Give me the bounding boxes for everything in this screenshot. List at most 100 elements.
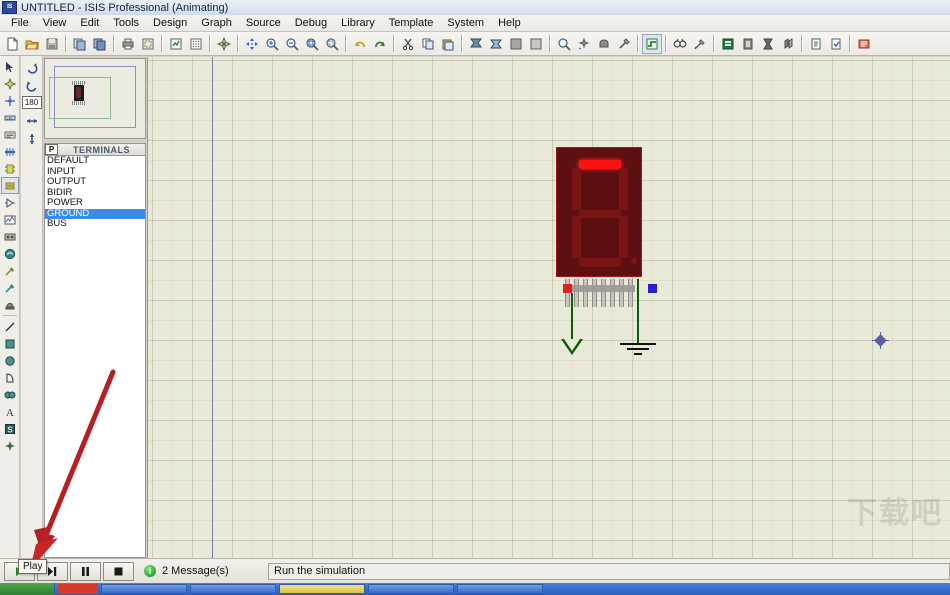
menu-design[interactable]: Design bbox=[146, 16, 194, 30]
list-item[interactable]: BUS bbox=[45, 219, 145, 230]
menu-edit[interactable]: Edit bbox=[73, 16, 106, 30]
zoom-in-icon[interactable] bbox=[262, 34, 282, 54]
selection-mode-icon[interactable] bbox=[1, 58, 19, 75]
menu-file[interactable]: File bbox=[4, 16, 36, 30]
open-file-icon[interactable] bbox=[22, 34, 42, 54]
list-item[interactable]: DEFAULT bbox=[45, 156, 145, 167]
ground-symbol[interactable] bbox=[620, 343, 656, 359]
taskbar-item[interactable] bbox=[279, 584, 365, 594]
current-probe-mode-icon[interactable] bbox=[1, 279, 19, 296]
menu-system[interactable]: System bbox=[440, 16, 491, 30]
block-rotate-icon[interactable] bbox=[506, 34, 526, 54]
electrical-rule-check-icon[interactable] bbox=[826, 34, 846, 54]
box-tool-icon[interactable] bbox=[1, 335, 19, 352]
decompose-icon[interactable] bbox=[614, 34, 634, 54]
pause-button[interactable] bbox=[70, 562, 101, 581]
mirror-horizontal-icon[interactable] bbox=[22, 112, 41, 130]
pick-device-icon[interactable] bbox=[554, 34, 574, 54]
redo-icon[interactable] bbox=[370, 34, 390, 54]
menu-tools[interactable]: Tools bbox=[106, 16, 146, 30]
wire-to-ground-symbol[interactable] bbox=[637, 279, 639, 345]
list-item[interactable]: OUTPUT bbox=[45, 177, 145, 188]
rotate-clockwise-icon[interactable] bbox=[22, 59, 41, 77]
start-button[interactable] bbox=[0, 583, 55, 595]
exit-sheet-icon[interactable] bbox=[778, 34, 798, 54]
zoom-out-icon[interactable] bbox=[282, 34, 302, 54]
path-tool-icon[interactable] bbox=[1, 386, 19, 403]
search-tag-icon[interactable] bbox=[670, 34, 690, 54]
property-assign-icon[interactable] bbox=[690, 34, 710, 54]
menu-help[interactable]: Help bbox=[491, 16, 528, 30]
list-item[interactable]: POWER bbox=[45, 198, 145, 209]
text-script-mode-icon[interactable] bbox=[1, 126, 19, 143]
menu-debug[interactable]: Debug bbox=[288, 16, 334, 30]
voltage-probe-mode-icon[interactable] bbox=[1, 262, 19, 279]
stop-button[interactable] bbox=[103, 562, 134, 581]
rotation-angle-field[interactable]: 180 bbox=[22, 96, 42, 109]
menu-view[interactable]: View bbox=[36, 16, 74, 30]
taskbar-item[interactable] bbox=[190, 584, 276, 594]
schematic-canvas[interactable]: 下载吧 bbox=[147, 57, 950, 558]
mirror-vertical-icon[interactable] bbox=[22, 130, 41, 148]
wire-to-ground-terminal[interactable] bbox=[571, 293, 573, 341]
marker-tool-icon[interactable] bbox=[1, 437, 19, 454]
text-tool-icon[interactable]: A bbox=[1, 403, 19, 420]
new-file-icon[interactable] bbox=[2, 34, 22, 54]
block-delete-icon[interactable] bbox=[526, 34, 546, 54]
save-file-icon[interactable] bbox=[42, 34, 62, 54]
wire-autorouter-icon[interactable] bbox=[642, 34, 662, 54]
toggle-grid-icon[interactable] bbox=[186, 34, 206, 54]
seven-segment-display[interactable] bbox=[556, 147, 642, 277]
redraw-icon[interactable] bbox=[166, 34, 186, 54]
export-section-icon[interactable] bbox=[90, 34, 110, 54]
origin-icon[interactable] bbox=[214, 34, 234, 54]
menu-template[interactable]: Template bbox=[382, 16, 441, 30]
cut-icon[interactable] bbox=[398, 34, 418, 54]
zoom-area-icon[interactable] bbox=[322, 34, 342, 54]
taskbar-item[interactable] bbox=[368, 584, 454, 594]
arc-tool-icon[interactable] bbox=[1, 369, 19, 386]
subcircuit-mode-icon[interactable] bbox=[1, 160, 19, 177]
buses-mode-icon[interactable] bbox=[1, 143, 19, 160]
print-icon[interactable] bbox=[118, 34, 138, 54]
package-tool-icon[interactable] bbox=[594, 34, 614, 54]
print-area-icon[interactable] bbox=[138, 34, 158, 54]
remove-sheet-icon[interactable] bbox=[758, 34, 778, 54]
wire-label-mode-icon[interactable]: LBL bbox=[1, 109, 19, 126]
taskbar-item[interactable] bbox=[457, 584, 543, 594]
zoom-all-icon[interactable] bbox=[302, 34, 322, 54]
menu-source[interactable]: Source bbox=[239, 16, 288, 30]
terminals-mode-icon[interactable] bbox=[1, 177, 19, 194]
component-mode-icon[interactable] bbox=[1, 75, 19, 92]
undo-icon[interactable] bbox=[350, 34, 370, 54]
junction-dot-mode-icon[interactable] bbox=[1, 92, 19, 109]
menu-graph[interactable]: Graph bbox=[194, 16, 239, 30]
block-move-icon[interactable] bbox=[486, 34, 506, 54]
virtual-instrument-mode-icon[interactable] bbox=[1, 296, 19, 313]
generator-mode-icon[interactable] bbox=[1, 245, 19, 262]
new-sheet-icon[interactable] bbox=[738, 34, 758, 54]
block-copy-icon[interactable] bbox=[466, 34, 486, 54]
object-selector-list[interactable]: DEFAULT INPUT OUTPUT BIDIR POWER GROUND … bbox=[44, 156, 146, 558]
make-device-icon[interactable] bbox=[574, 34, 594, 54]
rotate-counterclockwise-icon[interactable] bbox=[22, 77, 41, 95]
paste-icon[interactable] bbox=[438, 34, 458, 54]
pan-icon[interactable] bbox=[242, 34, 262, 54]
device-pin-mode-icon[interactable] bbox=[1, 194, 19, 211]
symbol-tool-icon[interactable]: S bbox=[1, 420, 19, 437]
copy-icon[interactable] bbox=[418, 34, 438, 54]
menu-library[interactable]: Library bbox=[334, 16, 382, 30]
tape-recorder-mode-icon[interactable] bbox=[1, 228, 19, 245]
design-explorer-icon[interactable] bbox=[718, 34, 738, 54]
import-section-icon[interactable] bbox=[70, 34, 90, 54]
taskbar-item[interactable] bbox=[58, 584, 98, 594]
line-tool-icon[interactable] bbox=[1, 318, 19, 335]
message-count-area[interactable]: i 2 Message(s) bbox=[144, 565, 262, 577]
pick-from-library-button[interactable]: P bbox=[45, 144, 58, 155]
graph-mode-icon[interactable] bbox=[1, 211, 19, 228]
netlist-to-ares-icon[interactable] bbox=[854, 34, 874, 54]
ground-terminal-arrow[interactable] bbox=[561, 339, 583, 357]
taskbar-item[interactable] bbox=[101, 584, 187, 594]
circle-tool-icon[interactable] bbox=[1, 352, 19, 369]
bill-of-materials-icon[interactable] bbox=[806, 34, 826, 54]
